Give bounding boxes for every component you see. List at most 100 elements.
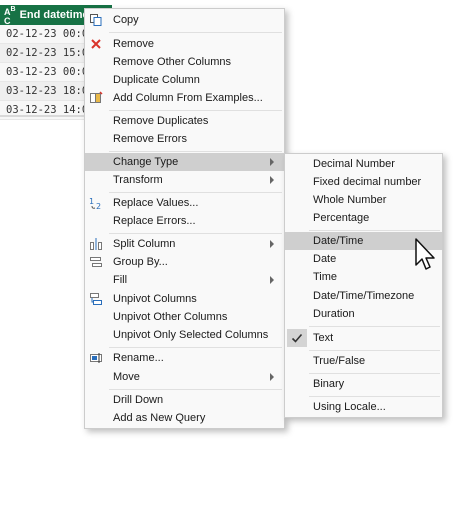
submenu-item-true-false[interactable]: True/False [285, 352, 442, 370]
menu-item-label: True/False [313, 355, 366, 367]
menu-item-label: Text [313, 332, 334, 344]
menu-item-remove-errors[interactable]: Remove Errors [85, 130, 284, 148]
menu-item-label: Decimal Number [313, 158, 395, 170]
menu-separator [109, 347, 282, 348]
menu-separator [109, 110, 282, 111]
menu-item-label: Add Column From Examples... [113, 92, 263, 104]
table-row[interactable]: 02-12-23 15:00 [0, 44, 96, 63]
menu-item-add-column-from-examples[interactable]: Add Column From Examples... [85, 89, 284, 107]
menu-separator [309, 396, 440, 397]
remove-x-icon [91, 39, 101, 49]
menu-item-label: Move [113, 371, 140, 383]
menu-item-label: Drill Down [113, 394, 164, 406]
menu-separator [309, 230, 440, 231]
menu-item-change-type[interactable]: Change Type [85, 153, 284, 171]
menu-item-label: Duration [313, 308, 355, 320]
menu-item-unpivot-only-selected-columns[interactable]: Unpivot Only Selected Columns [85, 326, 284, 344]
table-row[interactable]: 03-12-23 18:00 [0, 82, 96, 101]
checkmark-icon [287, 329, 307, 347]
menu-item-label: Remove Errors [113, 133, 187, 145]
submenu-item-text[interactable]: Text [285, 329, 442, 347]
menu-item-split-column[interactable]: Split Column [85, 235, 284, 253]
svg-text:2: 2 [96, 202, 101, 210]
menu-item-group-by[interactable]: Group By... [85, 253, 284, 271]
menu-item-label: Duplicate Column [113, 74, 200, 86]
submenu-item-percentage[interactable]: Percentage [285, 209, 442, 227]
menu-separator [109, 32, 282, 33]
menu-item-label: Unpivot Only Selected Columns [113, 329, 269, 341]
menu-item-label: Change Type [113, 156, 179, 168]
menu-item-duplicate-column[interactable]: Duplicate Column [85, 71, 284, 89]
menu-separator [309, 373, 440, 374]
abc-type-icon[interactable]: AB C [4, 5, 16, 26]
chevron-right-icon [270, 276, 274, 284]
group-by-icon [90, 257, 102, 267]
menu-item-label: Copy [113, 14, 139, 26]
menu-item-label: Binary [313, 378, 345, 390]
rename-icon [90, 353, 102, 363]
submenu-item-decimal-number[interactable]: Decimal Number [285, 155, 442, 173]
menu-item-add-as-new-query[interactable]: Add as New Query [85, 409, 284, 427]
menu-separator [109, 389, 282, 390]
menu-item-label: Unpivot Other Columns [113, 311, 228, 323]
menu-item-label: Whole Number [313, 194, 387, 206]
menu-separator [109, 151, 282, 152]
menu-item-replace-values[interactable]: 1 2 Replace Values... [85, 194, 284, 212]
table-row[interactable]: 03-12-23 00:00 [0, 63, 96, 82]
chevron-right-icon [270, 158, 274, 166]
chevron-right-icon [270, 373, 274, 381]
column-header-label: End datetime [19, 9, 89, 21]
menu-item-copy[interactable]: Copy [85, 11, 284, 29]
menu-item-remove[interactable]: Remove [85, 35, 284, 53]
menu-item-label: Time [313, 271, 338, 283]
column-context-menu: Copy Remove Remove Other Columns Duplica… [84, 8, 285, 429]
column-data: 02-12-23 00:00 02-12-23 15:00 03-12-23 0… [0, 25, 96, 120]
menu-item-label: Date/Time [313, 235, 364, 247]
copy-icon [90, 14, 102, 26]
unpivot-icon [90, 293, 102, 305]
grid-divider [0, 115, 96, 117]
menu-item-label: Remove Other Columns [113, 56, 231, 68]
mouse-cursor-icon [415, 238, 435, 270]
menu-item-label: Rename... [113, 352, 164, 364]
change-type-submenu: Decimal Number Fixed decimal number Whol… [284, 153, 443, 418]
menu-item-unpivot-other-columns[interactable]: Unpivot Other Columns [85, 308, 284, 326]
menu-item-label: Remove [113, 38, 154, 50]
menu-item-label: Transform [113, 174, 163, 186]
menu-item-label: Using Locale... [313, 401, 386, 413]
chevron-right-icon [270, 176, 274, 184]
menu-item-remove-other-columns[interactable]: Remove Other Columns [85, 53, 284, 71]
menu-item-label: Date [313, 253, 337, 265]
menu-separator [309, 350, 440, 351]
submenu-item-date-time-timezone[interactable]: Date/Time/Timezone [285, 287, 442, 305]
menu-item-drill-down[interactable]: Drill Down [85, 391, 284, 409]
submenu-item-duration[interactable]: Duration [285, 305, 442, 323]
menu-item-label: Replace Values... [113, 197, 199, 209]
menu-item-label: Replace Errors... [113, 215, 196, 227]
menu-item-label: Percentage [313, 212, 370, 224]
table-row[interactable]: 02-12-23 00:00 [0, 25, 96, 44]
submenu-item-using-locale[interactable]: Using Locale... [285, 398, 442, 416]
table-row[interactable]: 03-12-23 14:00 [0, 101, 96, 120]
menu-item-label: Add as New Query [113, 412, 206, 424]
menu-item-remove-duplicates[interactable]: Remove Duplicates [85, 112, 284, 130]
menu-item-transform[interactable]: Transform [85, 171, 284, 189]
submenu-item-fixed-decimal-number[interactable]: Fixed decimal number [285, 173, 442, 191]
menu-item-label: Date/Time/Timezone [313, 290, 415, 302]
menu-item-fill[interactable]: Fill [85, 271, 284, 289]
menu-separator [109, 192, 282, 193]
menu-item-move[interactable]: Move [85, 368, 284, 386]
menu-item-label: Fill [113, 274, 128, 286]
menu-separator [109, 233, 282, 234]
menu-item-label: Group By... [113, 256, 168, 268]
menu-item-rename[interactable]: Rename... [85, 349, 284, 367]
menu-item-unpivot-columns[interactable]: Unpivot Columns [85, 290, 284, 308]
chevron-right-icon [270, 240, 274, 248]
svg-text:1: 1 [89, 197, 94, 206]
menu-item-replace-errors[interactable]: Replace Errors... [85, 212, 284, 230]
submenu-item-whole-number[interactable]: Whole Number [285, 191, 442, 209]
split-column-icon [90, 238, 102, 250]
menu-item-label: Unpivot Columns [113, 293, 197, 305]
menu-separator [309, 326, 440, 327]
submenu-item-binary[interactable]: Binary [285, 375, 442, 393]
